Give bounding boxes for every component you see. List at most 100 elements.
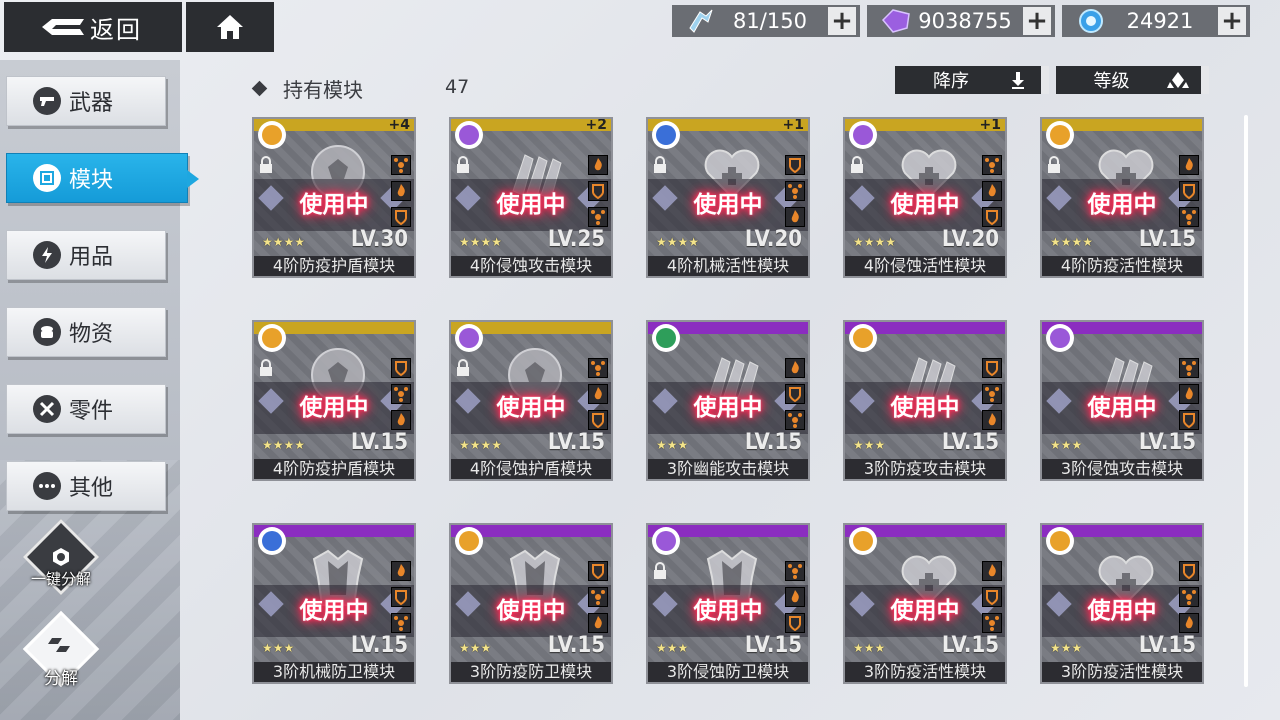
enhance-level: +2 (585, 117, 607, 133)
attribute-icon (982, 358, 1002, 378)
in-use-status: 使用中 (496, 598, 566, 624)
energy-value: 24921 (1126, 9, 1194, 33)
back-button[interactable]: 返回 (4, 2, 182, 52)
attribute-icon (588, 358, 608, 378)
element-emblem-icon (1046, 324, 1074, 352)
module-card[interactable]: 使用中 ★★★ LV.15 3阶防疫活性模块 (843, 523, 1007, 684)
module-level: LV.20 (941, 227, 999, 252)
module-level: LV.15 (744, 430, 802, 455)
in-use-status: 使用中 (299, 598, 369, 624)
lock-icon (654, 156, 666, 173)
in-use-status: 使用中 (1087, 395, 1157, 421)
in-use-status: 使用中 (1087, 598, 1157, 624)
module-name: 4阶防疫护盾模块 (254, 256, 414, 276)
add-stamina-button[interactable]: + (828, 6, 856, 36)
module-level: LV.15 (744, 633, 802, 658)
rarity-stars: ★★★ (853, 438, 886, 452)
rarity-stars: ★★★★ (262, 235, 306, 249)
module-card[interactable]: 使用中 ★★★ LV.15 3阶侵蚀防卫模块 (646, 523, 810, 684)
sidebar-item-weapons[interactable]: 武器 (6, 76, 166, 126)
module-card[interactable]: 使用中 ★★★★ LV.15 4阶侵蚀护盾模块 (449, 320, 613, 481)
module-card[interactable]: +1 使用中 ★★★★ LV.20 4阶侵蚀活性模块 (843, 117, 1007, 278)
sort-order-button[interactable]: 降序 (895, 66, 1049, 94)
module-card[interactable]: +2 使用中 ★★★★ LV.25 4阶侵蚀攻击模块 (449, 117, 613, 278)
module-name: 3阶侵蚀防卫模块 (648, 662, 808, 682)
dismantle-icon (48, 638, 70, 652)
module-level: LV.15 (941, 430, 999, 455)
sidebar-item-modules[interactable]: 模块 (6, 153, 199, 203)
in-use-status: 使用中 (890, 395, 960, 421)
in-use-status: 使用中 (299, 192, 369, 218)
module-level: LV.20 (744, 227, 802, 252)
hexagon-icon (53, 548, 69, 566)
home-button[interactable] (186, 2, 274, 52)
module-level: LV.15 (547, 633, 605, 658)
module-card[interactable]: +1 使用中 ★★★★ LV.20 4阶机械活性模块 (646, 117, 810, 278)
in-use-status: 使用中 (693, 192, 763, 218)
sidebar-item-other[interactable]: 其他 (6, 461, 166, 511)
sort-order-label: 降序 (933, 71, 969, 92)
rarity-stars: ★★★ (262, 641, 295, 655)
module-icon (33, 164, 61, 192)
enhance-level: +1 (979, 117, 1001, 133)
rarity-stars: ★★★ (1050, 438, 1083, 452)
element-emblem-icon (258, 121, 286, 149)
module-card[interactable]: 使用中 ★★★ LV.15 3阶防疫防卫模块 (449, 523, 613, 684)
module-card[interactable]: 使用中 ★★★★ LV.15 4阶防疫护盾模块 (252, 320, 416, 481)
module-card[interactable]: 使用中 ★★★ LV.15 3阶侵蚀攻击模块 (1040, 320, 1204, 481)
rarity-stars: ★★★★ (459, 438, 503, 452)
attribute-icon (982, 155, 1002, 175)
element-emblem-icon (652, 527, 680, 555)
attribute-icon (391, 561, 411, 581)
module-name: 3阶幽能攻击模块 (648, 459, 808, 479)
element-emblem-icon (849, 121, 877, 149)
module-name: 3阶防疫攻击模块 (845, 459, 1005, 479)
sort-key-label: 等级 (1093, 71, 1130, 92)
module-card[interactable]: 使用中 ★★★★ LV.15 4阶防疫活性模块 (1040, 117, 1204, 278)
rarity-stars: ★★★★ (656, 235, 700, 249)
module-level: LV.15 (350, 430, 408, 455)
attribute-icon (1179, 358, 1199, 378)
attribute-icon (588, 561, 608, 581)
enhance-level: +4 (388, 117, 410, 133)
module-card[interactable]: 使用中 ★★★ LV.15 3阶防疫攻击模块 (843, 320, 1007, 481)
add-energy-button[interactable]: + (1218, 6, 1246, 36)
module-level: LV.15 (1138, 227, 1196, 252)
module-card[interactable]: 使用中 ★★★ LV.15 3阶防疫活性模块 (1040, 523, 1204, 684)
sidebar-item-label: 武器 (69, 91, 114, 116)
rarity-stars: ★★★ (1050, 641, 1083, 655)
rarity-stars: ★★★ (656, 438, 689, 452)
module-card[interactable]: 使用中 ★★★ LV.15 3阶幽能攻击模块 (646, 320, 810, 481)
module-level: LV.15 (941, 633, 999, 658)
sidebar-item-label: 模块 (69, 168, 114, 193)
module-list-scrollbar[interactable] (1244, 115, 1248, 687)
sidebar-item-materials[interactable]: 物资 (6, 307, 166, 357)
attribute-icon (785, 358, 805, 378)
dismantle-button[interactable]: 分解 (22, 610, 100, 689)
filter-icon (1167, 69, 1189, 91)
sort-key-button[interactable]: 等级 (1056, 66, 1209, 94)
module-level: LV.15 (350, 633, 408, 658)
add-crystal-button[interactable]: + (1023, 6, 1051, 36)
module-card[interactable]: 使用中 ★★★ LV.15 3阶机械防卫模块 (252, 523, 416, 684)
rarity-stars: ★★★★ (262, 438, 306, 452)
element-emblem-icon (849, 324, 877, 352)
one-click-dismantle-button[interactable]: 一键分解 (22, 518, 100, 596)
module-count: 47 (445, 76, 470, 98)
attribute-icon (588, 155, 608, 175)
stamina-resource: 81/150 + (672, 5, 860, 37)
module-name: 4阶防疫活性模块 (1042, 256, 1202, 276)
element-emblem-icon (455, 121, 483, 149)
module-card[interactable]: +4 使用中 ★★★★ LV.30 4阶防疫护盾模块 (252, 117, 416, 278)
gun-icon (33, 87, 61, 115)
enhance-level: +1 (782, 117, 804, 133)
module-name: 3阶防疫活性模块 (845, 662, 1005, 682)
lock-icon (260, 156, 272, 173)
sidebar-item-parts[interactable]: 零件 (6, 384, 166, 434)
crystal-icon (881, 9, 910, 33)
module-name: 4阶侵蚀护盾模块 (451, 459, 611, 479)
in-use-status: 使用中 (299, 395, 369, 421)
one-click-dismantle-label: 一键分解 (30, 570, 91, 588)
sidebar-item-supplies[interactable]: 用品 (6, 230, 166, 280)
sidebar-item-label: 其他 (69, 476, 114, 501)
